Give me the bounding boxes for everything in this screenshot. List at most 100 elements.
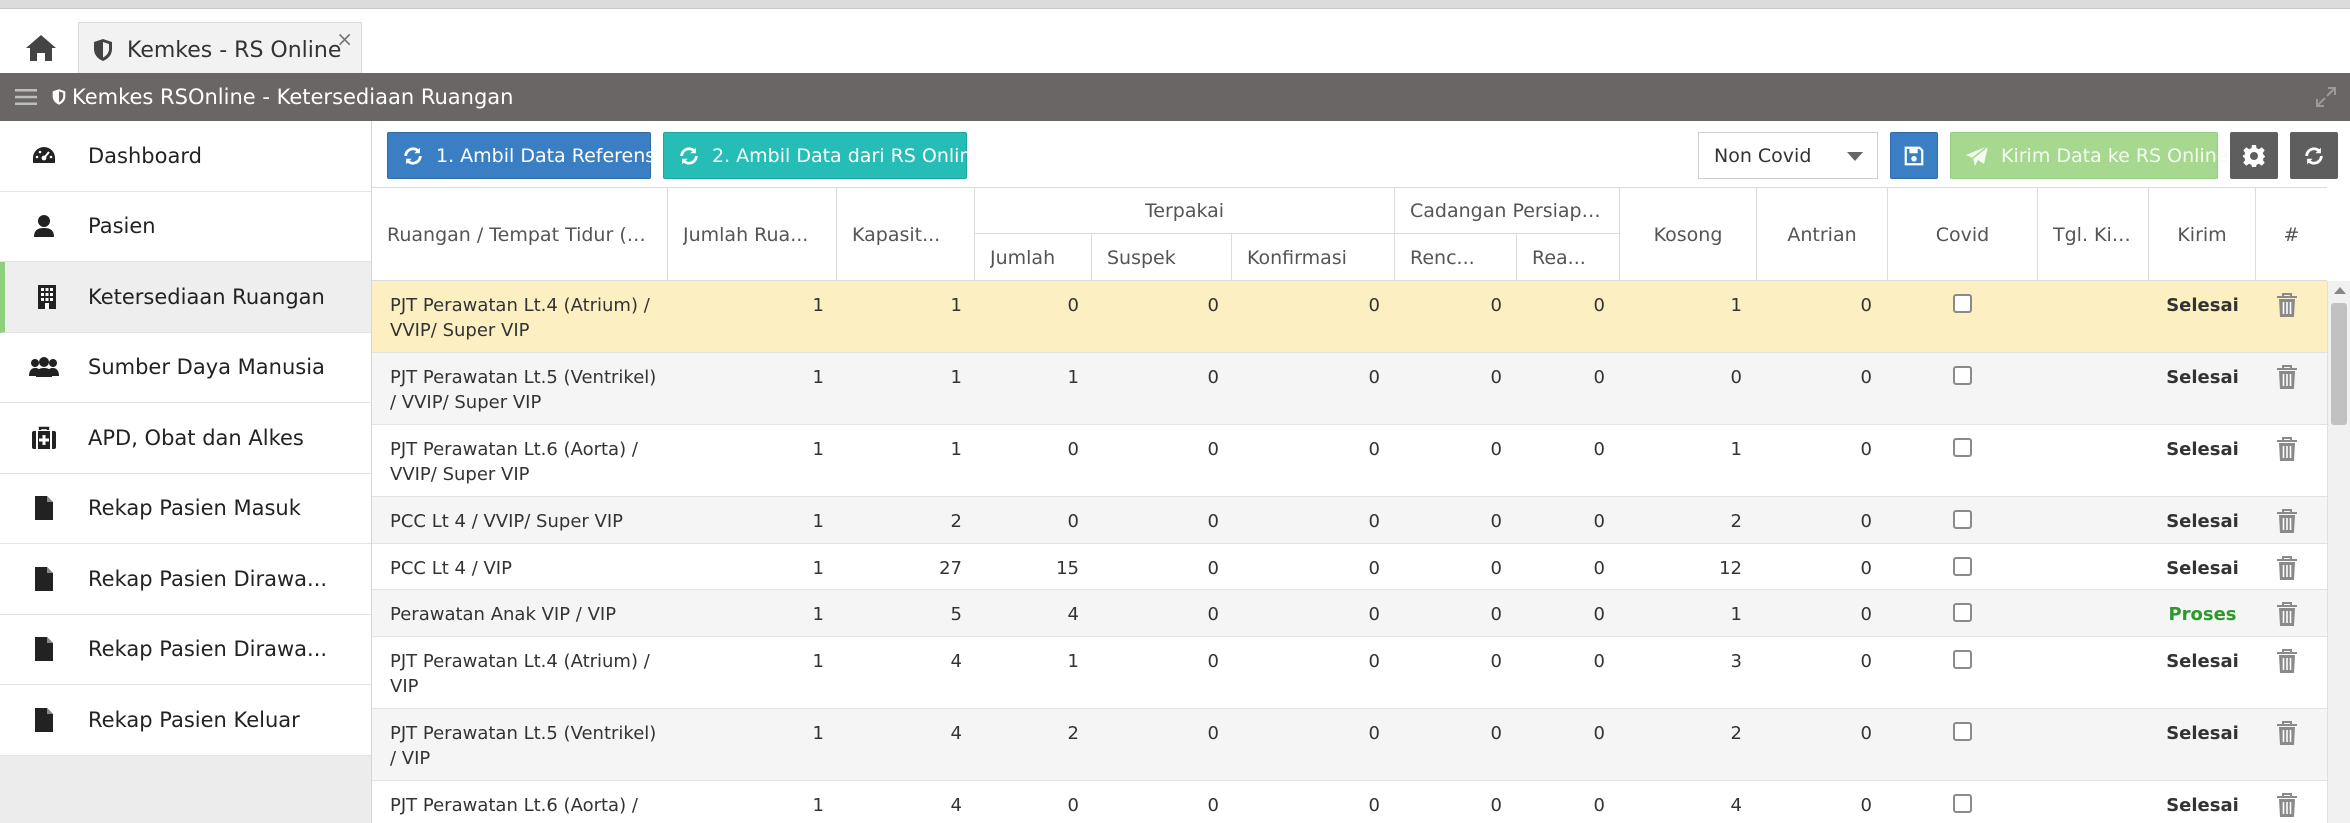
covid-checkbox[interactable] xyxy=(1953,438,1972,457)
cell-kirim-status: Selesai xyxy=(2166,650,2239,672)
header-kosong[interactable]: Kosong xyxy=(1620,188,1757,281)
table-row[interactable]: PJT Perawatan Lt.5 (Ventrikel) / VIP 1 4 2 0… xyxy=(372,708,2327,781)
sidebar-item-apd-obat-dan-alkes[interactable]: APD, Obat dan Alkes xyxy=(0,403,371,474)
cell-konfirmasi: 0 xyxy=(1368,604,1380,625)
save-button[interactable] xyxy=(1890,132,1938,179)
header-covid[interactable]: Covid xyxy=(1888,188,2038,281)
header-konfirmasi[interactable]: Konfirmasi xyxy=(1232,234,1395,281)
table-row[interactable]: PJT Perawatan Lt.5 (Ventrikel) / VVIP/ S… xyxy=(372,353,2327,425)
trash-icon xyxy=(2277,792,2297,817)
covid-checkbox[interactable] xyxy=(1953,294,1972,313)
sidebar-item-ketersediaan-ruangan[interactable]: Ketersediaan Ruangan xyxy=(0,262,371,333)
covid-checkbox[interactable] xyxy=(1953,793,1972,813)
header-suspek[interactable]: Suspek xyxy=(1092,234,1232,281)
cell-suspek: 0 xyxy=(1207,367,1219,388)
sidebar-item-sumber-daya-manusia[interactable]: Sumber Daya Manusia xyxy=(0,332,371,403)
cell-suspek: 0 xyxy=(1207,295,1219,316)
cell-kapasitas: 4 xyxy=(950,794,962,816)
tab-close-button[interactable]: × xyxy=(336,27,353,51)
header-antrian[interactable]: Antrian xyxy=(1757,188,1888,281)
header-kirim[interactable]: Kirim xyxy=(2149,188,2256,281)
delete-row-button[interactable] xyxy=(2276,555,2298,581)
cell-jumlah: 0 xyxy=(1067,511,1079,532)
cell-jumlah-ruang: 1 xyxy=(812,295,824,316)
cell-realisasi: 0 xyxy=(1593,604,1605,625)
covid-checkbox[interactable] xyxy=(1953,510,1972,529)
table-row[interactable]: PJT Perawatan Lt.6 (Aorta) / 1 4 0 0 0 0 0 4 0 Sel… xyxy=(372,780,2327,823)
sidebar-item-label: Pasien xyxy=(88,214,156,239)
covid-filter-select[interactable]: Non Covid xyxy=(1698,132,1878,179)
sidebar-item-rekap-pasien-keluar[interactable]: Rekap Pasien Keluar xyxy=(0,685,371,756)
ambil-data-referensi-label: 1. Ambil Data Referensi xyxy=(436,144,661,167)
expand-button[interactable] xyxy=(2314,85,2338,109)
cell-rencana: 0 xyxy=(1490,557,1502,579)
delete-row-button[interactable] xyxy=(2276,509,2298,534)
cell-kapasitas: 27 xyxy=(939,557,962,579)
sidebar-item-pasien[interactable]: Pasien xyxy=(0,191,371,262)
scrollbar-thumb[interactable] xyxy=(2331,303,2347,425)
sidebar-item-label: Dashboard xyxy=(88,143,202,168)
scroll-up-icon[interactable] xyxy=(2334,287,2346,294)
cell-ruangan: PJT Perawatan Lt.5 (Ventrikel) / VVIP/ S… xyxy=(390,367,657,413)
sidebar-item-dashboard[interactable]: Dashboard xyxy=(0,121,371,192)
vertical-scrollbar[interactable] xyxy=(2327,281,2350,823)
cell-jumlah-ruang: 1 xyxy=(812,511,824,532)
cell-ruangan: PJT Perawatan Lt.4 (Atrium) / VVIP/ Supe… xyxy=(390,295,650,341)
cell-suspek: 0 xyxy=(1207,511,1219,532)
cell-jumlah: 0 xyxy=(1067,794,1079,816)
medkit-icon xyxy=(0,426,88,450)
table-row[interactable]: PJT Perawatan Lt.4 (Atrium) / VVIP/ Supe… xyxy=(372,281,2327,353)
sidebar-item-rekap-pasien-dirawa[interactable]: Rekap Pasien Dirawa... xyxy=(0,544,371,615)
cell-jumlah-ruang: 1 xyxy=(812,722,824,744)
table-row[interactable]: PJT Perawatan Lt.4 (Atrium) / VIP 1 4 1 0 0 0 0… xyxy=(372,636,2327,709)
header-rencana[interactable]: Renc... xyxy=(1395,234,1517,281)
ambil-data-referensi-button[interactable]: 1. Ambil Data Referensi xyxy=(387,132,660,179)
table-row[interactable]: PCC Lt 4 / VIP 1 27 15 0 0 0 0 12 0 Selesai xyxy=(372,543,2327,590)
covid-checkbox[interactable] xyxy=(1953,603,1972,622)
file-icon xyxy=(0,707,88,733)
delete-row-button[interactable] xyxy=(2276,648,2298,674)
header-jumlah-ruang[interactable]: Jumlah Rua... xyxy=(668,188,837,281)
table-row[interactable]: Perawatan Anak VIP / VIP 1 5 4 0 0 0 0 1 0 Proses xyxy=(372,590,2327,637)
cell-antrian: 0 xyxy=(1860,367,1872,388)
covid-checkbox[interactable] xyxy=(1953,366,1972,385)
delete-row-button[interactable] xyxy=(2276,437,2298,462)
refresh-button[interactable] xyxy=(2290,132,2338,179)
header-jumlah[interactable]: Jumlah xyxy=(975,234,1092,281)
delete-row-button[interactable] xyxy=(2276,365,2298,390)
kirim-data-rs-online-button[interactable]: Kirim Data ke RS Online xyxy=(1950,132,2228,179)
home-button[interactable] xyxy=(18,28,64,68)
cell-realisasi: 0 xyxy=(1593,557,1605,579)
delete-row-button[interactable] xyxy=(2276,792,2298,818)
header-realisasi[interactable]: Rea... xyxy=(1517,234,1620,281)
covid-checkbox[interactable] xyxy=(1953,649,1972,669)
cell-kapasitas: 2 xyxy=(950,511,962,532)
sidebar-item-rekap-pasien-dirawa[interactable]: Rekap Pasien Dirawa... xyxy=(0,614,371,685)
ambil-data-rs-online-button[interactable]: 2. Ambil Data dari RS Online xyxy=(663,132,983,179)
header-ruangan[interactable]: Ruangan / Tempat Tidur (Kel... xyxy=(372,188,668,281)
tab-kemkes-rs-online[interactable]: Kemkes - RS Online × xyxy=(78,22,362,77)
sidebar-item-rekap-pasien-masuk[interactable]: Rekap Pasien Masuk xyxy=(0,473,371,544)
header-kapasitas[interactable]: Kapasit... xyxy=(837,188,975,281)
header-tgl-kirim[interactable]: Tgl. Kiri... xyxy=(2038,188,2149,281)
ambil-data-rs-online-label: 2. Ambil Data dari RS Online xyxy=(712,144,984,167)
cell-ruangan: PJT Perawatan Lt.6 (Aorta) / xyxy=(390,794,638,816)
covid-checkbox[interactable] xyxy=(1953,556,1972,576)
header-actions: # xyxy=(2283,223,2300,246)
cell-kirim-status: Selesai xyxy=(2166,794,2239,816)
cell-kirim-status: Selesai xyxy=(2166,295,2239,316)
delete-row-button[interactable] xyxy=(2276,720,2298,746)
cell-konfirmasi: 0 xyxy=(1368,722,1380,744)
settings-button[interactable] xyxy=(2230,132,2278,179)
table-row[interactable]: PCC Lt 4 / VVIP/ Super VIP 1 2 0 0 0 0 0 2 0 Seles… xyxy=(372,497,2327,544)
toolbar: 1. Ambil Data Referensi 2. Ambil Data da… xyxy=(372,121,2350,187)
covid-checkbox[interactable] xyxy=(1953,721,1972,741)
cell-ruangan: PJT Perawatan Lt.4 (Atrium) / VIP xyxy=(390,650,650,697)
menu-toggle-button[interactable] xyxy=(0,73,52,121)
delete-row-button[interactable] xyxy=(2276,602,2298,627)
cell-jumlah-ruang: 1 xyxy=(812,650,824,672)
cell-ruangan: PJT Perawatan Lt.6 (Aorta) / VVIP/ Super… xyxy=(390,439,638,485)
table-row[interactable]: PJT Perawatan Lt.6 (Aorta) / VVIP/ Super… xyxy=(372,425,2327,497)
delete-row-button[interactable] xyxy=(2276,293,2298,318)
cell-konfirmasi: 0 xyxy=(1368,794,1380,816)
